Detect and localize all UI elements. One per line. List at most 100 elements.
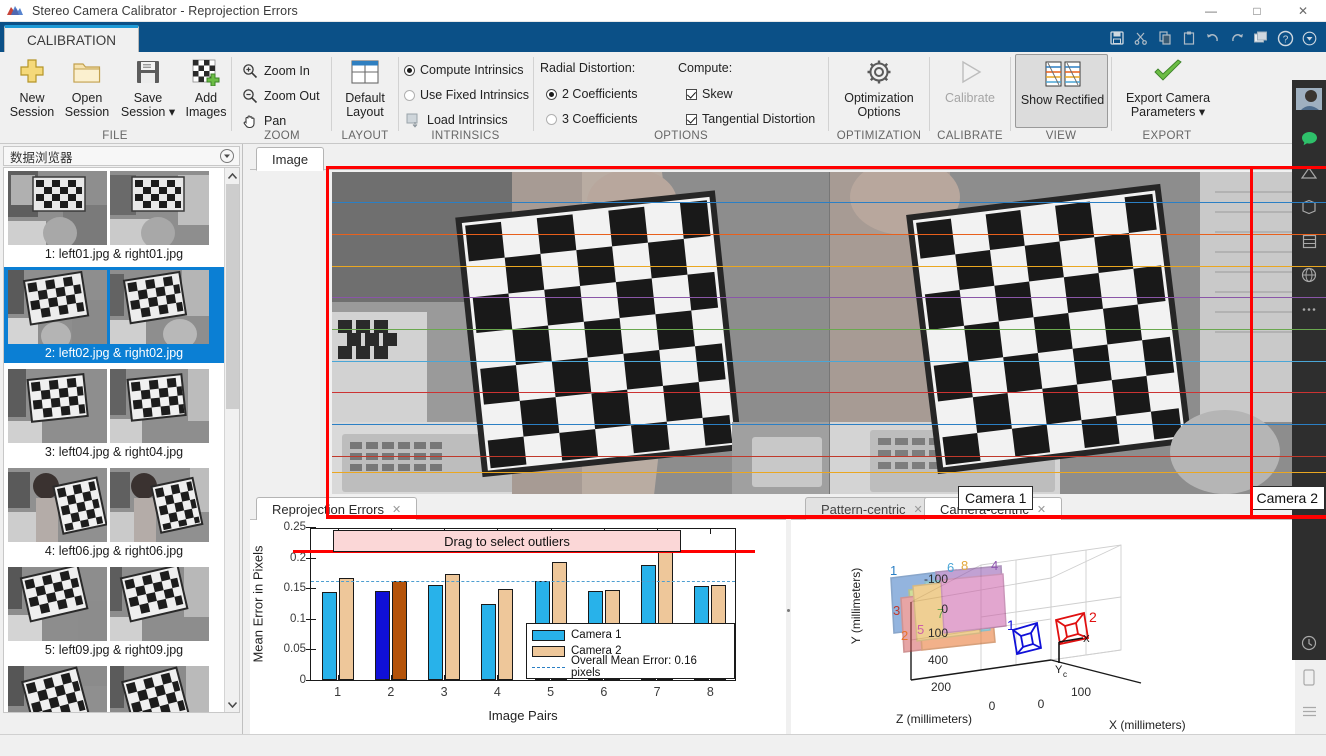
camera-centric-3d-plot[interactable]: 1 3 6 8 4 2 5 7 1 2 Y c X -100 0 100 400…	[791, 520, 1295, 734]
browser-scrollbar[interactable]	[224, 168, 239, 712]
list-item[interactable]: 2: left02.jpg & right02.jpg	[4, 267, 224, 363]
new-session-button[interactable]: New Session	[2, 55, 62, 127]
calibrate-label: Calibrate	[944, 91, 996, 105]
list-item[interactable]: 5: left09.jpg & right09.jpg	[4, 564, 224, 660]
chevron-down-icon[interactable]	[220, 149, 234, 163]
export-camera-parameters-label-2: Parameters ▾	[1130, 105, 1206, 119]
close-icon[interactable]: ✕	[1037, 503, 1046, 516]
save-session-button[interactable]: Save Session ▾	[112, 55, 184, 127]
maximize-button[interactable]: □	[1234, 0, 1280, 22]
list-item-label: 1: left01.jpg & right01.jpg	[44, 247, 184, 261]
list-item[interactable]	[4, 663, 224, 712]
optimization-options-button[interactable]: Optimization Options	[837, 55, 921, 127]
ribbon-group-options: Radial Distortion: 2 Coefficients 3 Coef…	[534, 52, 828, 144]
list-item-label: 4: left06.jpg & right06.jpg	[44, 544, 184, 558]
chart-bar-camera-1-3[interactable]	[428, 584, 444, 680]
redo-icon[interactable]	[1226, 27, 1248, 49]
compute-intrinsics-radio[interactable]: Compute Intrinsics	[404, 58, 524, 82]
list-item-label: 5: left09.jpg & right09.jpg	[44, 643, 184, 657]
save-icon[interactable]	[1106, 27, 1128, 49]
favorites-icon[interactable]	[1292, 190, 1326, 224]
history-clock-icon[interactable]	[1292, 626, 1326, 660]
default-layout-button[interactable]: Default Layout	[335, 55, 395, 127]
close-button[interactable]: ✕	[1280, 0, 1326, 22]
radio-indicator	[404, 64, 415, 76]
menu-hamburger-icon[interactable]	[1292, 694, 1326, 728]
tab-calibration[interactable]: CALIBRATION	[4, 25, 140, 52]
tab-pattern-centric[interactable]: Pattern-centric ✕	[805, 497, 939, 521]
chart-bar-camera-2-4[interactable]	[498, 589, 514, 680]
files-icon[interactable]	[1292, 224, 1326, 258]
close-icon[interactable]: ✕	[914, 503, 923, 516]
zoom-out-button[interactable]: Zoom Out	[241, 84, 320, 108]
list-item[interactable]: 1: left01.jpg & right01.jpg	[4, 168, 224, 264]
ribbon-group-options-label: OPTIONS	[654, 130, 708, 142]
chart-bar-camera-2-2[interactable]	[391, 581, 407, 680]
export-camera-parameters-button[interactable]: Export Camera Parameters ▾	[1117, 55, 1219, 127]
browser-globe-icon[interactable]	[1292, 258, 1326, 292]
show-rectified-button[interactable]: Show Rectified	[1015, 54, 1108, 128]
thumbnail-pair	[4, 366, 224, 443]
y-tick-100: 100	[928, 626, 948, 640]
cut-icon[interactable]	[1130, 27, 1152, 49]
gear-icon	[866, 55, 892, 89]
skew-checkbox[interactable]: Skew	[686, 82, 733, 106]
new-session-label-2: Session	[9, 105, 55, 119]
list-item[interactable]: 3: left04.jpg & right04.jpg	[4, 366, 224, 462]
chart-plot-area: 0 0.05 0.1 0.15 0.2 0.25 1 2 3 4 5 6 7 8	[284, 521, 755, 699]
scroll-down-arrow-icon[interactable]	[225, 696, 239, 712]
data-browser-header: 数据浏览器	[3, 146, 240, 166]
chat-bubble-icon[interactable]	[1292, 122, 1326, 156]
ribbon-group-calibrate-label: CALIBRATE	[937, 130, 1003, 142]
load-intrinsics-button[interactable]: Load Intrinsics	[404, 108, 508, 132]
save-session-icon	[134, 55, 162, 89]
close-icon[interactable]: ✕	[392, 503, 401, 516]
use-fixed-intrinsics-radio[interactable]: Use Fixed Intrinsics	[404, 83, 529, 107]
avatar[interactable]	[1296, 88, 1322, 110]
radial-3-coefficients-label: 3 Coefficients	[562, 112, 638, 126]
epipolar-line	[332, 392, 1326, 393]
zoom-out-label: Zoom Out	[264, 89, 320, 103]
copy-icon[interactable]	[1154, 27, 1176, 49]
scroll-up-arrow-icon[interactable]	[225, 168, 239, 184]
plot3d-y-axis-label: Y (millimeters)	[849, 567, 863, 645]
paste-icon[interactable]	[1178, 27, 1200, 49]
tangential-distortion-checkbox[interactable]: Tangential Distortion	[686, 107, 815, 131]
scrollbar-thumb[interactable]	[226, 184, 239, 409]
svg-text:X: X	[1083, 634, 1090, 645]
compute-header: Compute:	[678, 61, 733, 75]
chart-bar-camera-2-1[interactable]	[338, 578, 354, 680]
chart-bar-camera-2-3[interactable]	[445, 574, 461, 680]
minimize-button[interactable]: —	[1188, 0, 1234, 22]
tab-image[interactable]: Image	[256, 147, 325, 171]
chart-bar-camera-1-1[interactable]	[321, 592, 337, 680]
add-images-button[interactable]: Add Images	[176, 55, 236, 127]
outlier-slider[interactable]: Drag to select outliers	[333, 530, 681, 553]
qat-dropdown-icon[interactable]	[1298, 27, 1320, 49]
reprojection-errors-chart[interactable]: Mean Error in Pixels Image Pairs 0 0.05 …	[250, 520, 790, 734]
image-pair-list[interactable]: 1: left01.jpg & right01.jpg 2: left02.jp…	[3, 167, 240, 713]
legend-label: Overall Mean Error: 0.16 pixels	[571, 655, 697, 679]
radial-3-coefficients-radio[interactable]: 3 Coefficients	[546, 107, 638, 131]
optimization-options-label-1: Optimization	[844, 91, 914, 105]
tab-reprojection-errors[interactable]: Reprojection Errors ✕	[256, 497, 418, 521]
chart-bar-camera-1-4[interactable]	[481, 603, 497, 680]
radial-2-coefficients-radio[interactable]: 2 Coefficients	[546, 82, 638, 106]
show-rectified-label: Show Rectified	[1020, 93, 1105, 107]
phone-icon[interactable]	[1292, 660, 1326, 694]
title-bar: Stereo Camera Calibrator - Reprojection …	[0, 0, 1326, 22]
tab-image-label: Image	[272, 151, 309, 167]
rectified-stereo-view[interactable]: Camera 1 Camera 2	[332, 172, 1326, 513]
image-tab-bar: Image	[250, 144, 1295, 171]
chart-bar-camera-1-2[interactable]	[374, 591, 390, 680]
list-item[interactable]: 4: left06.jpg & right06.jpg	[4, 465, 224, 561]
undo-icon[interactable]	[1202, 27, 1224, 49]
open-session-button[interactable]: Open Session	[57, 55, 117, 127]
calibrate-button[interactable]: Calibrate	[928, 55, 1012, 127]
help-icon[interactable]: ?	[1274, 27, 1296, 49]
splitter-handle[interactable]	[787, 609, 790, 612]
zoom-in-button[interactable]: Zoom In	[241, 59, 310, 83]
contacts-icon[interactable]	[1292, 156, 1326, 190]
layout-icon[interactable]	[1250, 27, 1272, 49]
ribbon-group-export-label: EXPORT	[1142, 130, 1192, 142]
